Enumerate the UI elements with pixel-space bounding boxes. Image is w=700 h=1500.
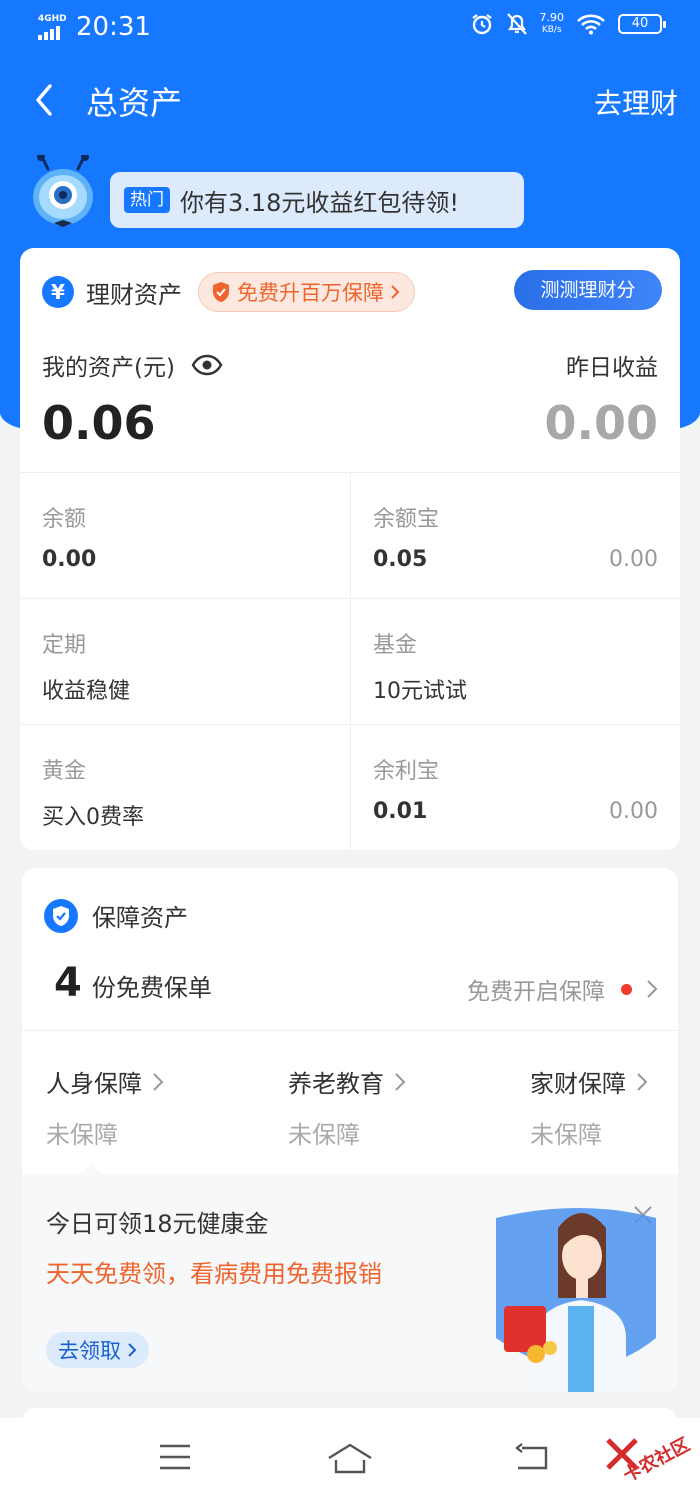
category-pension-education[interactable]: 养老教育 未保障 [288,1064,406,1150]
protection-assets-card: 保障资产 4 份免费保单 免费开启保障 人身保障 未保障 养老教育 未保障 家财… [22,868,678,1392]
promo-subtitle: 天天免费领，看病费用免费报销 [46,1260,382,1288]
eye-icon[interactable] [191,354,223,376]
menu-icon[interactable] [158,1442,192,1472]
health-fund-promo[interactable]: 今日可领18元健康金 天天免费领，看病费用免费报销 去领取 [22,1174,678,1392]
wifi-icon [577,14,605,35]
notification-dot [621,983,632,995]
my-assets-label: 我的资产(元) [42,348,223,382]
asset-item-gold[interactable]: 黄金 买入0费率 [20,725,350,850]
banner-text: 你有3.18元收益红包待领! [180,188,460,217]
asset-item-fund[interactable]: 基金 10元试试 [350,599,680,724]
upgrade-label: 免费升百万保障 [237,281,384,305]
chevron-right-icon [391,285,400,299]
test-score-button[interactable]: 测测理财分 [514,270,662,310]
hot-tag: 热门 [124,187,170,213]
asset-item-yuebao[interactable]: 余额宝 0.05 0.00 [350,473,680,598]
go-invest-link[interactable]: 去理财 [594,82,678,122]
return-icon[interactable] [514,1442,552,1472]
category-personal[interactable]: 人身保障 未保障 [46,1064,164,1150]
status-bar: 4GHD 20:31 7.90 KB/s 40 [0,0,700,55]
page-title: 总资产 [86,84,183,122]
asset-grid: 余额 0.00 余额宝 0.05 0.00 定期 收益稳健 基金 10元试试 黄… [20,472,680,850]
protection-title: 保障资产 [92,904,188,932]
chevron-right-icon [637,1072,648,1091]
category-property[interactable]: 家财保障 未保障 [530,1064,648,1150]
status-time: 20:31 [76,12,151,42]
promo-banner[interactable]: 热门 你有3.18元收益红包待领! [110,172,524,228]
free-open-protection-link[interactable]: 免费开启保障 [467,972,658,1006]
wealth-assets-card: ¥ 理财资产 免费升百万保障 测测理财分 我的资产(元) 昨日收益 0.06 0… [20,248,680,850]
yen-icon: ¥ [42,276,74,308]
top-navigation: 总资产 去理财 [0,70,700,130]
claim-button[interactable]: 去领取 [46,1332,149,1368]
battery-icon: 40 [618,14,666,34]
shield-icon [213,282,229,302]
upgrade-protection-button[interactable]: 免费升百万保障 [198,272,415,312]
signal-icon [38,26,60,40]
chevron-right-icon [647,980,658,998]
wealth-title: 理财资产 [86,280,182,309]
shield-check-icon [44,898,78,933]
chevron-right-icon [128,1343,137,1357]
watermark-logo: 卡农社区 [598,1406,693,1486]
chevron-right-icon [395,1072,406,1091]
mute-bell-icon [506,13,527,35]
back-arrow-icon[interactable] [28,80,62,120]
mascot-icon [33,155,93,227]
chevron-right-icon [153,1072,164,1091]
asset-item-yulibao[interactable]: 余利宝 0.01 0.00 [350,725,680,850]
yesterday-earnings-label: 昨日收益 [566,355,658,381]
home-icon[interactable] [326,1442,374,1476]
system-navigation-bar [0,1418,700,1500]
doctor-illustration [496,1208,656,1392]
asset-item-fixed-term[interactable]: 定期 收益稳健 [20,599,350,724]
my-assets-value: 0.06 [42,396,156,450]
divider [22,1030,678,1031]
yesterday-earnings-value: 0.00 [544,396,659,450]
promo-title: 今日可领18元健康金 [46,1210,269,1238]
alarm-icon [471,14,492,35]
free-policy-count[interactable]: 4 份免费保单 [54,960,212,1006]
network-type: 4GHD [38,14,67,24]
network-speed: 7.90 KB/s [539,11,565,36]
asset-item-balance[interactable]: 余额 0.00 [20,473,350,598]
